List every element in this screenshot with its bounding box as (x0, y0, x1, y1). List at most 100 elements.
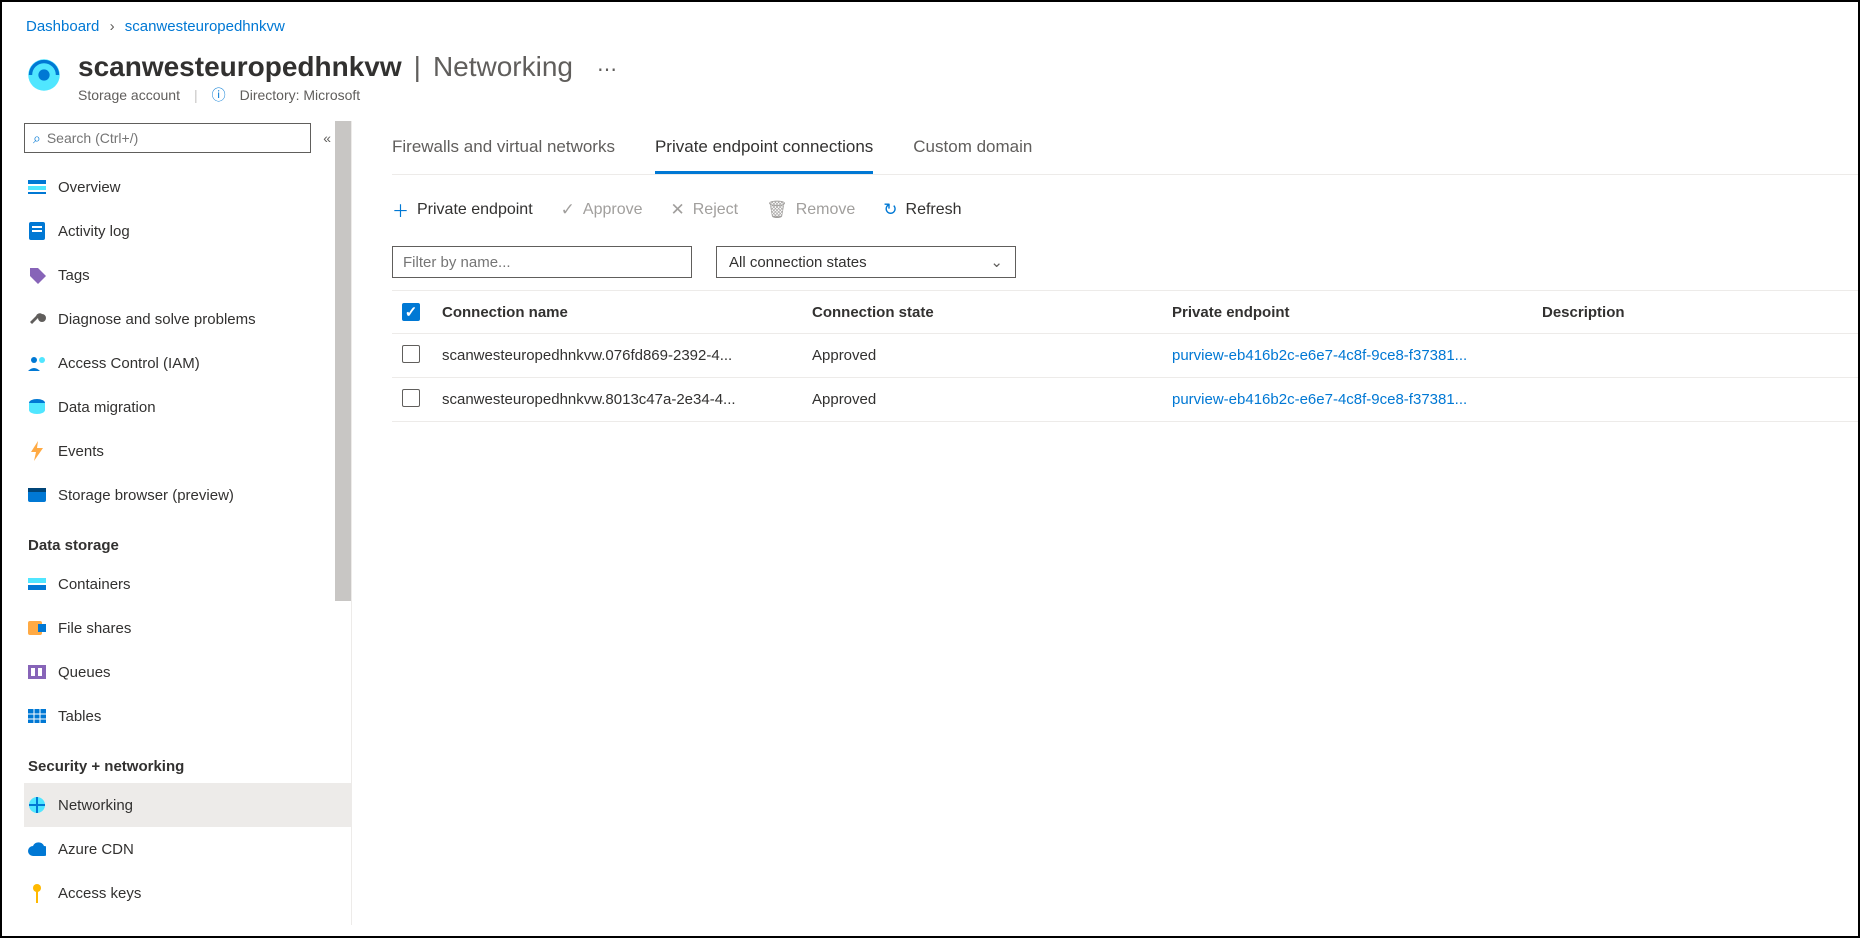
sidebar-search[interactable]: ⌕ (24, 123, 311, 153)
cell-name: scanwesteuropedhnkvw.8013c47a-2e34-4... (442, 391, 812, 408)
filter-state-dropdown[interactable]: All connection states ⌄ (716, 246, 1016, 278)
table-icon (28, 707, 46, 725)
fileshare-icon (28, 619, 46, 637)
breadcrumb: Dashboard › scanwesteuropedhnkvw (2, 2, 1858, 43)
sidebar-item-iam[interactable]: Access Control (IAM) (24, 341, 351, 385)
table-row[interactable]: scanwesteuropedhnkvw.076fd869-2392-4... … (392, 334, 1858, 378)
sidebar-item-label: Tables (58, 708, 101, 725)
sidebar-item-label: Access keys (58, 885, 141, 902)
connections-table: ✓ Connection name Connection state Priva… (392, 290, 1858, 422)
cell-endpoint-link[interactable]: purview-eb416b2c-e6e7-4c8f-9ce8-f37381..… (1172, 391, 1542, 408)
table-row[interactable]: scanwesteuropedhnkvw.8013c47a-2e34-4... … (392, 378, 1858, 422)
col-description[interactable]: Description (1542, 304, 1858, 321)
sidebar-item-label: Access Control (IAM) (58, 355, 200, 372)
sidebar-item-overview[interactable]: Overview (24, 165, 351, 209)
sidebar-item-label: File shares (58, 620, 131, 637)
collapse-sidebar-icon[interactable]: « (323, 130, 331, 146)
more-button[interactable]: ⋯ (577, 57, 617, 82)
reject-button[interactable]: ✕Reject (670, 200, 738, 220)
migrate-icon (28, 398, 46, 416)
cell-state: Approved (812, 391, 1172, 408)
info-icon: ⓘ (212, 85, 226, 105)
sidebar-item-diagnose[interactable]: Diagnose and solve problems (24, 297, 351, 341)
directory-label: Directory: Microsoft (240, 87, 361, 103)
sidebar-item-events[interactable]: Events (24, 429, 351, 473)
tab-bar: Firewalls and virtual networks Private e… (392, 125, 1858, 175)
sidebar-item-label: Storage browser (preview) (58, 487, 234, 504)
sidebar-item-label: Diagnose and solve problems (58, 311, 256, 328)
search-icon: ⌕ (33, 130, 41, 147)
tab-private-endpoints[interactable]: Private endpoint connections (655, 125, 873, 174)
toolbar: ＋Private endpoint ✓Approve ✕Reject 🗑Remo… (392, 175, 1858, 246)
trash-icon: 🗑 (766, 200, 788, 220)
tag-icon (28, 266, 46, 284)
refresh-icon: ↻ (883, 200, 897, 220)
col-connection-state[interactable]: Connection state (812, 304, 1172, 321)
log-icon (28, 222, 46, 240)
overview-icon (28, 178, 46, 196)
chevron-down-icon: ⌄ (990, 253, 1003, 271)
sidebar-item-label: Queues (58, 664, 111, 681)
page-section: Networking (433, 51, 573, 83)
dropdown-label: All connection states (729, 254, 867, 271)
add-endpoint-button[interactable]: ＋Private endpoint (392, 197, 533, 222)
approve-button[interactable]: ✓Approve (561, 200, 643, 220)
sidebar-item-label: Data migration (58, 399, 156, 416)
check-icon: ✓ (561, 200, 575, 220)
tab-custom-domain[interactable]: Custom domain (913, 125, 1032, 174)
x-icon: ✕ (670, 200, 684, 220)
sidebar-item-migration[interactable]: Data migration (24, 385, 351, 429)
sidebar-item-file-shares[interactable]: File shares (24, 606, 351, 650)
sidebar-item-label: Activity log (58, 223, 130, 240)
select-all-checkbox[interactable]: ✓ (402, 303, 420, 321)
sidebar-item-containers[interactable]: Containers (24, 562, 351, 606)
resource-type-label: Storage account (78, 87, 180, 103)
remove-button[interactable]: 🗑Remove (766, 200, 855, 220)
sidebar-item-tables[interactable]: Tables (24, 694, 351, 738)
sidebar-item-tags[interactable]: Tags (24, 253, 351, 297)
breadcrumb-root[interactable]: Dashboard (26, 18, 99, 35)
sidebar: ⌕ « Overview Activity log Tags Diagnose … (2, 121, 352, 925)
tab-firewalls[interactable]: Firewalls and virtual networks (392, 125, 615, 174)
page-header: scanwesteuropedhnkvw | Networking ⋯ Stor… (2, 43, 1858, 121)
sidebar-item-activity-log[interactable]: Activity log (24, 209, 351, 253)
sidebar-item-networking[interactable]: Networking (24, 783, 351, 827)
main-content: Firewalls and virtual networks Private e… (352, 121, 1858, 925)
col-connection-name[interactable]: Connection name (442, 304, 812, 321)
key-icon (28, 884, 46, 902)
sidebar-scrollbar[interactable] (335, 121, 351, 601)
people-icon (28, 354, 46, 372)
sidebar-item-label: Events (58, 443, 104, 460)
row-checkbox[interactable] (402, 389, 420, 407)
cell-endpoint-link[interactable]: purview-eb416b2c-e6e7-4c8f-9ce8-f37381..… (1172, 347, 1542, 364)
search-input[interactable] (47, 130, 302, 146)
sidebar-item-access-keys[interactable]: Access keys (24, 871, 351, 915)
row-checkbox[interactable] (402, 345, 420, 363)
cell-state: Approved (812, 347, 1172, 364)
refresh-button[interactable]: ↻Refresh (883, 200, 961, 220)
sidebar-item-queues[interactable]: Queues (24, 650, 351, 694)
plus-icon: ＋ (392, 197, 409, 222)
filter-name-input[interactable] (392, 246, 692, 278)
storage-account-icon (26, 57, 62, 93)
sidebar-item-label: Overview (58, 179, 121, 196)
network-icon (28, 796, 46, 814)
sidebar-item-storage-browser[interactable]: Storage browser (preview) (24, 473, 351, 517)
col-private-endpoint[interactable]: Private endpoint (1172, 304, 1542, 321)
sidebar-item-label: Networking (58, 797, 133, 814)
queue-icon (28, 663, 46, 681)
sidebar-item-cdn[interactable]: Azure CDN (24, 827, 351, 871)
sidebar-item-label: Containers (58, 576, 131, 593)
container-icon (28, 575, 46, 593)
cell-name: scanwesteuropedhnkvw.076fd869-2392-4... (442, 347, 812, 364)
sidebar-group-security: Security + networking (24, 738, 351, 783)
breadcrumb-current[interactable]: scanwesteuropedhnkvw (125, 18, 285, 35)
browser-icon (28, 486, 46, 504)
cdn-icon (28, 840, 46, 858)
sidebar-group-data-storage: Data storage (24, 517, 351, 562)
bolt-icon (28, 442, 46, 460)
sidebar-item-label: Tags (58, 267, 90, 284)
breadcrumb-sep: › (104, 18, 121, 35)
sidebar-item-label: Azure CDN (58, 841, 134, 858)
wrench-icon (28, 310, 46, 328)
